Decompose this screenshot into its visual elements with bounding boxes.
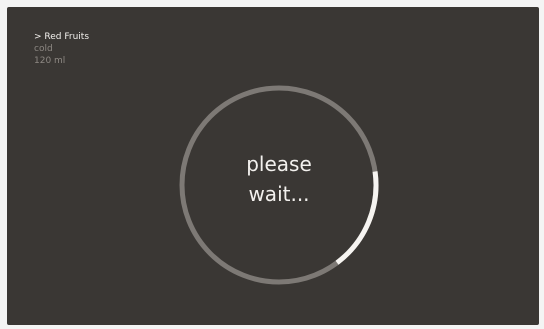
volume-label: 120 ml [34, 56, 66, 66]
temperature-label: cold [34, 44, 53, 54]
device-frame: > Red Fruits cold 120 ml please wait... [0, 0, 544, 329]
order-info: > Red Fruits cold 120 ml [34, 31, 89, 67]
drink-selection: > Red Fruits [34, 32, 90, 42]
wait-line-2: wait... [248, 182, 310, 206]
screen: > Red Fruits cold 120 ml please wait... [7, 7, 539, 325]
please-wait-message: please wait... [177, 149, 381, 209]
progress-spinner: please wait... [177, 83, 381, 287]
wait-line-1: please [246, 152, 312, 176]
